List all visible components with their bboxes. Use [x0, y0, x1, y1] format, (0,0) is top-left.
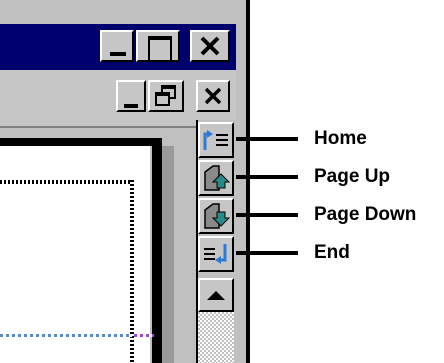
home-icon	[203, 130, 228, 150]
window-border	[246, 0, 250, 363]
restore-icon	[155, 85, 176, 106]
page-up-button[interactable]	[198, 160, 234, 196]
close-icon	[200, 36, 220, 56]
callout-leader-end	[236, 251, 298, 255]
document-page[interactable]	[0, 146, 150, 363]
purple-dotted-line	[134, 334, 154, 337]
text-boundary-top	[0, 180, 135, 184]
page-border-right	[152, 138, 162, 363]
maximize-button[interactable]	[136, 30, 180, 62]
screenshot-stage: { "window": { "title_buttons": ["minimiz…	[0, 0, 444, 363]
callout-leader-home	[236, 137, 298, 141]
minimize-icon	[110, 52, 126, 56]
page-down-label: Page Down	[314, 204, 417, 225]
page-border-top	[0, 138, 160, 146]
page-down-button[interactable]	[198, 198, 234, 234]
callout-leader-page-down	[236, 213, 298, 217]
end-label: End	[314, 242, 350, 263]
callout-leader-page-up	[236, 175, 298, 179]
document-close-button[interactable]	[196, 80, 230, 112]
minimize-icon	[124, 104, 138, 108]
page-up-label: Page Up	[314, 166, 391, 187]
blue-dotted-line	[0, 334, 132, 337]
maximize-icon	[148, 36, 172, 62]
document-restore-button[interactable]	[148, 80, 184, 112]
page-down-icon	[204, 203, 231, 229]
minimize-button[interactable]	[100, 30, 134, 62]
end-button[interactable]	[198, 236, 234, 272]
scroll-up-arrow-icon	[207, 291, 225, 300]
home-label: Home	[314, 128, 367, 149]
page-shadow	[162, 146, 174, 363]
scroll-track[interactable]	[198, 312, 234, 363]
close-icon	[204, 87, 222, 105]
close-button[interactable]	[190, 30, 230, 62]
page-up-icon	[204, 165, 231, 191]
end-icon	[204, 244, 227, 264]
document-minimize-button[interactable]	[116, 80, 146, 112]
home-button[interactable]	[198, 122, 234, 158]
scroll-up-button[interactable]	[198, 278, 234, 312]
